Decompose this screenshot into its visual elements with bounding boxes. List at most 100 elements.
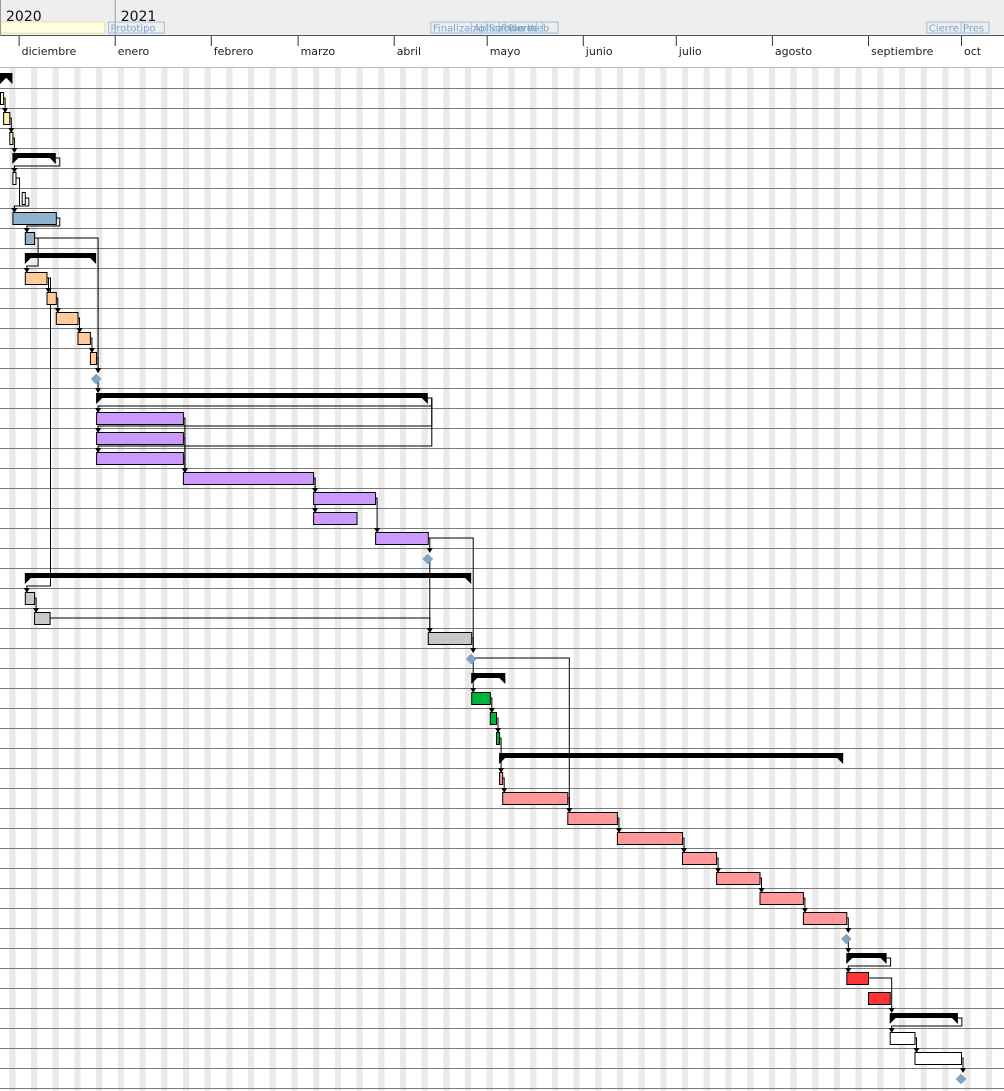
weekend-band <box>204 68 211 1091</box>
weekend-band <box>182 68 190 1091</box>
dependency-link <box>49 617 431 632</box>
summary-cap-left <box>889 1018 896 1024</box>
task-bar <box>496 732 501 745</box>
task-bar <box>313 512 358 525</box>
weekend-band <box>942 68 949 1091</box>
task-bar <box>89 352 98 365</box>
weekend-band <box>161 68 168 1091</box>
task-bar <box>502 792 569 805</box>
month-label-marzo: marzo <box>301 45 336 58</box>
task-bar <box>3 112 11 125</box>
weekend-band <box>855 68 862 1091</box>
month-label-julio: julio <box>678 45 702 58</box>
task-bar <box>682 852 718 865</box>
task-bar <box>914 1052 962 1065</box>
timeline-header: 2020 2021Prototipo FinalizacióAplicación W… <box>0 0 1004 68</box>
weekend-band <box>399 68 407 1091</box>
month-label-febrero: febrero <box>214 45 254 58</box>
task-bar <box>24 592 36 605</box>
task-bar <box>96 432 184 445</box>
summary-bar <box>471 673 506 678</box>
header-flag-label: Cierre <box>929 24 959 35</box>
weekend-band <box>595 68 602 1091</box>
task-bar <box>616 832 684 845</box>
task-bar <box>21 192 26 205</box>
task-bar <box>313 492 377 505</box>
month-label-septiembre: septiembre <box>871 45 934 58</box>
milestone-diamond <box>840 933 852 945</box>
task-bar <box>12 212 57 225</box>
task-bar <box>12 172 17 185</box>
weekend-band <box>768 68 775 1091</box>
weekend-band <box>508 68 515 1091</box>
weekend-band <box>660 68 667 1091</box>
dependency-links <box>2 97 966 1073</box>
summary-cap-left <box>499 758 506 764</box>
weekend-band <box>378 68 385 1091</box>
summary-cap-right <box>90 258 97 264</box>
month-label-agosto: agosto <box>775 45 812 58</box>
weekend-band <box>682 68 689 1091</box>
weekend-band <box>486 68 493 1091</box>
summary-cap-left <box>24 578 31 584</box>
task-bar <box>889 1032 916 1045</box>
weekend-band <box>790 68 797 1091</box>
weekend-band <box>443 68 450 1091</box>
task-bar <box>96 452 184 465</box>
weekend-band <box>291 68 298 1091</box>
summary-bar <box>499 753 844 758</box>
task-bar <box>24 272 48 285</box>
dependency-arrow <box>845 948 852 953</box>
weekend-band <box>638 68 645 1091</box>
weekend-band <box>117 68 124 1091</box>
month-label-oct: oct <box>964 45 982 58</box>
task-bar <box>868 992 891 1005</box>
weekend-band <box>74 68 81 1091</box>
gantt-chart: 2020 2021 Prototipo Finalizació Aplicación W… <box>0 0 1004 1091</box>
summary-bar <box>889 1013 958 1018</box>
weekend-band <box>899 68 906 1091</box>
header-flag-label: Pres <box>963 24 984 35</box>
task-bar <box>96 412 184 425</box>
month-label-enero: enero <box>118 45 150 58</box>
task-bar <box>489 712 497 725</box>
task-bar <box>802 912 848 925</box>
summary-bar <box>12 153 56 158</box>
weekend-band <box>725 68 732 1091</box>
weekend-band <box>812 68 819 1091</box>
weekend-band <box>551 68 558 1091</box>
summary-bar <box>96 393 428 398</box>
weekend-band <box>920 68 927 1091</box>
task-bar <box>0 92 5 105</box>
summary-bar <box>24 253 97 258</box>
task-bar <box>24 232 36 245</box>
weekend-band <box>356 68 363 1091</box>
summary-bar <box>0 73 13 78</box>
weekend-band <box>573 68 580 1091</box>
dependency-link <box>427 557 431 632</box>
weekend-band <box>269 68 276 1091</box>
summary-cap-right <box>499 678 506 684</box>
summary-bar <box>846 953 887 958</box>
weekend-band <box>334 68 341 1091</box>
dependency-link <box>26 277 51 592</box>
task-bar <box>375 532 429 545</box>
weekend-band <box>703 68 710 1091</box>
summary-cap-left <box>0 78 6 84</box>
year-label-2020: 2020 <box>6 9 42 25</box>
task-bar <box>9 132 14 145</box>
task-bar <box>46 292 57 305</box>
weekend-band <box>226 68 233 1091</box>
weekend-band <box>421 68 428 1091</box>
row-grid <box>0 88 1004 1089</box>
task-bar <box>716 872 761 885</box>
weekend-band <box>833 68 841 1091</box>
weekend-band <box>985 68 992 1091</box>
summary-cap-left <box>471 678 478 684</box>
summary-cap-left <box>24 258 31 264</box>
weekend-band <box>530 68 537 1091</box>
task-bar <box>567 812 618 825</box>
task-bar <box>427 632 473 645</box>
summary-cap-right <box>951 1018 958 1024</box>
header-flag-label: Prototipo <box>111 24 156 35</box>
